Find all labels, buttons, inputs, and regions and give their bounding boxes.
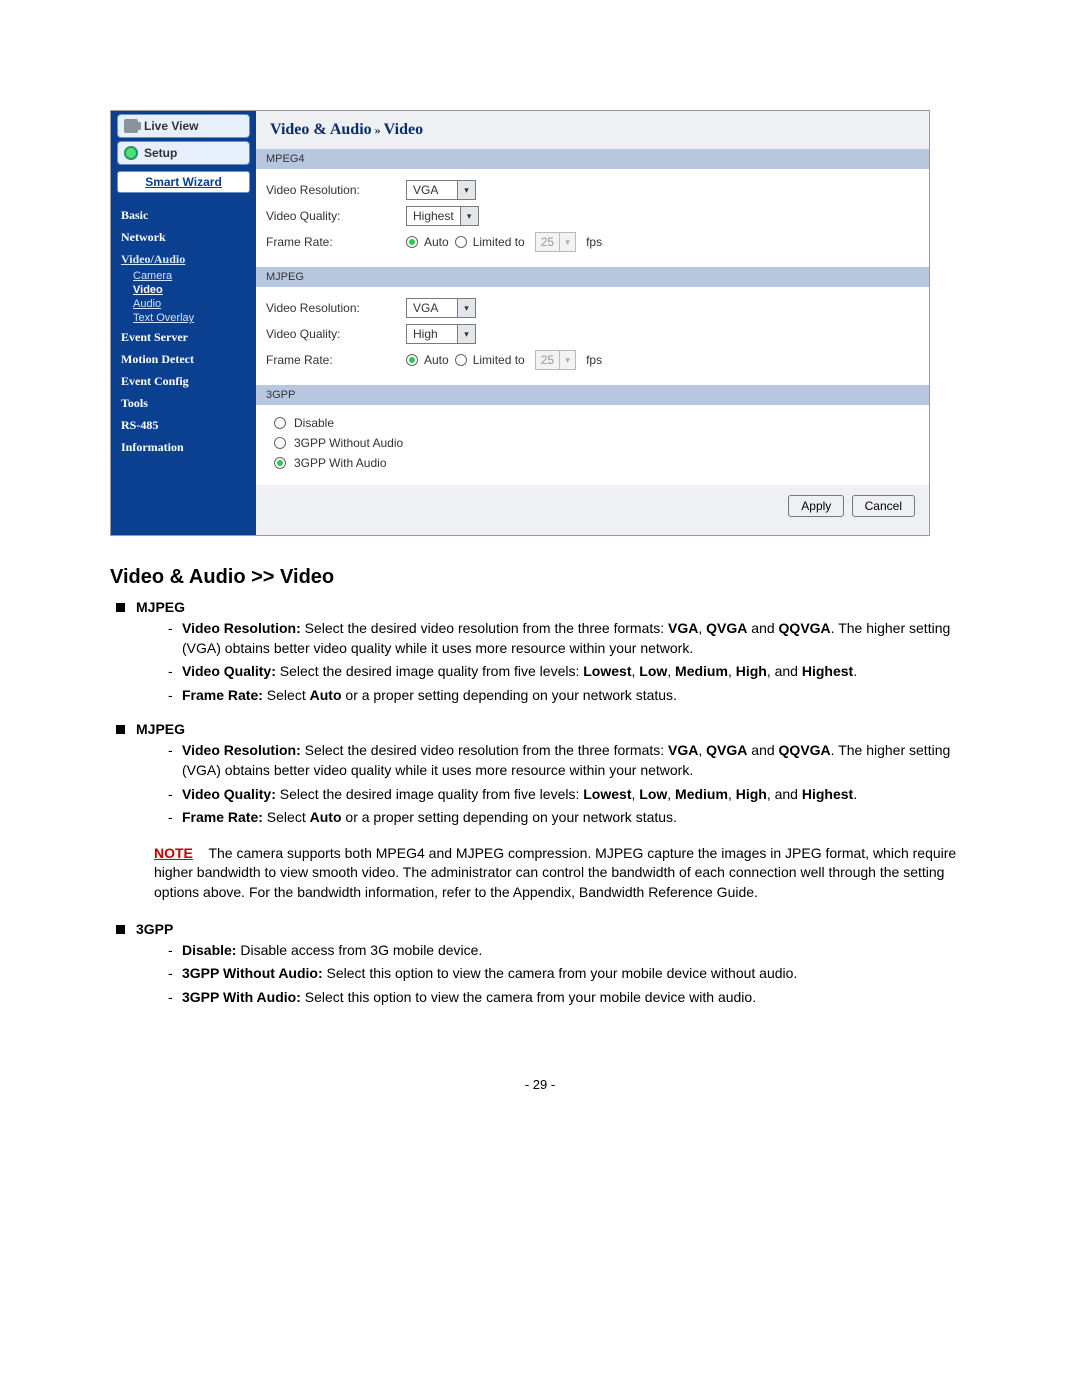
- mjpeg-fps-unit: fps: [586, 353, 602, 367]
- doc-mjpeg2-rate: Frame Rate: Select Auto or a proper sett…: [168, 808, 970, 828]
- setup-button[interactable]: Setup: [117, 141, 250, 165]
- doc-3gpp-disable: Disable: Disable access from 3G mobile d…: [168, 941, 970, 961]
- doc-mjpeg2-heading: MJPEG: [136, 721, 970, 737]
- mjpeg-rate-label: Frame Rate:: [266, 353, 406, 367]
- mpeg4-body: Video Resolution: VGA ▾ Video Quality: H…: [256, 169, 929, 267]
- chevron-down-icon: ▾: [457, 181, 475, 199]
- doc-mjpeg2-res: Video Resolution: Select the desired vid…: [168, 741, 970, 780]
- nav-event-config[interactable]: Event Config: [111, 369, 256, 391]
- 3gpp-without-radio[interactable]: [274, 437, 286, 449]
- mpeg4-fps-select: 25 ▾: [535, 232, 576, 252]
- doc-mjpeg2-qual: Video Quality: Select the desired image …: [168, 785, 970, 805]
- chevron-down-icon: ▾: [559, 351, 575, 369]
- nav-tools[interactable]: Tools: [111, 391, 256, 413]
- mpeg4-auto-label: Auto: [424, 235, 449, 249]
- mpeg4-rate-label: Frame Rate:: [266, 235, 406, 249]
- chevron-down-icon: ▾: [457, 299, 475, 317]
- title-main: Video & Audio: [270, 121, 372, 138]
- nav-event-server[interactable]: Event Server: [111, 325, 256, 347]
- nav-network[interactable]: Network: [111, 225, 256, 247]
- smart-wizard-link[interactable]: Smart Wizard: [117, 171, 250, 193]
- doc-3gpp-with: 3GPP With Audio: Select this option to v…: [168, 988, 970, 1008]
- subnav-video[interactable]: Video: [111, 283, 256, 297]
- doc-mjpeg1-rate: Frame Rate: Select Auto or a proper sett…: [168, 686, 970, 706]
- mjpeg-limited-label: Limited to: [473, 353, 525, 367]
- note-text: The camera supports both MPEG4 and MJPEG…: [154, 845, 956, 900]
- chevron-down-icon: ▾: [460, 207, 478, 225]
- doc-3gpp-without: 3GPP Without Audio: Select this option t…: [168, 964, 970, 984]
- nav-basic[interactable]: Basic: [111, 203, 256, 225]
- mjpeg-body: Video Resolution: VGA ▾ Video Quality: H…: [256, 287, 929, 385]
- doc-mjpeg1-res: Video Resolution: Select the desired vid…: [168, 619, 970, 658]
- mjpeg-res-select[interactable]: VGA ▾: [406, 298, 476, 318]
- mpeg4-header: MPEG4: [256, 149, 929, 169]
- 3gpp-disable-label: Disable: [294, 416, 334, 430]
- mpeg4-auto-radio[interactable]: [406, 236, 418, 248]
- nav-rs485[interactable]: RS-485: [111, 413, 256, 435]
- mpeg4-qual-value: Highest: [407, 209, 460, 223]
- page-number: - 29 -: [110, 1077, 970, 1092]
- title-sep: »: [372, 123, 384, 137]
- 3gpp-body: Disable 3GPP Without Audio 3GPP With Aud…: [256, 405, 929, 485]
- doc-note: NOTE The camera supports both MPEG4 and …: [154, 844, 970, 903]
- mjpeg-auto-radio[interactable]: [406, 354, 418, 366]
- mjpeg-res-value: VGA: [407, 301, 457, 315]
- note-label: NOTE: [154, 845, 193, 861]
- nav-video-audio[interactable]: Video/Audio: [111, 247, 256, 269]
- cancel-button[interactable]: Cancel: [852, 495, 915, 517]
- gear-icon: [124, 146, 138, 160]
- nav-information[interactable]: Information: [111, 435, 256, 457]
- live-view-button[interactable]: Live View: [117, 114, 250, 138]
- admin-ui-screenshot: Live View Setup Smart Wizard Basic Netwo…: [110, 110, 930, 536]
- mjpeg-res-label: Video Resolution:: [266, 301, 406, 315]
- mjpeg-qual-value: High: [407, 327, 457, 341]
- mjpeg-auto-label: Auto: [424, 353, 449, 367]
- mjpeg-qual-label: Video Quality:: [266, 327, 406, 341]
- mpeg4-qual-label: Video Quality:: [266, 209, 406, 223]
- mpeg4-limited-radio[interactable]: [455, 236, 467, 248]
- mpeg4-res-value: VGA: [407, 183, 457, 197]
- mpeg4-limited-label: Limited to: [473, 235, 525, 249]
- apply-button[interactable]: Apply: [788, 495, 844, 517]
- camera-icon: [124, 119, 138, 133]
- setup-label: Setup: [144, 146, 177, 160]
- 3gpp-disable-radio[interactable]: [274, 417, 286, 429]
- chevron-down-icon: ▾: [457, 325, 475, 343]
- title-sub: Video: [384, 121, 423, 138]
- mpeg4-res-select[interactable]: VGA ▾: [406, 180, 476, 200]
- 3gpp-with-radio[interactable]: [274, 457, 286, 469]
- subnav-audio[interactable]: Audio: [111, 297, 256, 311]
- button-bar: Apply Cancel: [256, 485, 929, 517]
- main-panel: Video & Audio » Video MPEG4 Video Resolu…: [256, 111, 929, 535]
- mpeg4-res-label: Video Resolution:: [266, 183, 406, 197]
- mjpeg-limited-radio[interactable]: [455, 354, 467, 366]
- doc-mjpeg1-heading: MJPEG: [136, 599, 970, 615]
- sidebar: Live View Setup Smart Wizard Basic Netwo…: [111, 111, 256, 535]
- mjpeg-fps-value: 25: [536, 353, 559, 367]
- 3gpp-with-label: 3GPP With Audio: [294, 456, 387, 470]
- mpeg4-fps-value: 25: [536, 235, 559, 249]
- mpeg4-fps-unit: fps: [586, 235, 602, 249]
- 3gpp-header: 3GPP: [256, 385, 929, 405]
- mjpeg-qual-select[interactable]: High ▾: [406, 324, 476, 344]
- live-view-label: Live View: [144, 119, 198, 133]
- 3gpp-without-label: 3GPP Without Audio: [294, 436, 403, 450]
- mpeg4-qual-select[interactable]: Highest ▾: [406, 206, 479, 226]
- doc-3gpp-heading: 3GPP: [136, 921, 970, 937]
- subnav-camera[interactable]: Camera: [111, 269, 256, 283]
- subnav-text-overlay[interactable]: Text Overlay: [111, 311, 256, 325]
- nav-motion-detect[interactable]: Motion Detect: [111, 347, 256, 369]
- page-title: Video & Audio » Video: [256, 111, 929, 149]
- chevron-down-icon: ▾: [559, 233, 575, 251]
- documentation-text: Video & Audio >> Video MJPEG Video Resol…: [110, 566, 970, 1007]
- mjpeg-fps-select: 25 ▾: [535, 350, 576, 370]
- doc-mjpeg1-qual: Video Quality: Select the desired image …: [168, 662, 970, 682]
- mjpeg-header: MJPEG: [256, 267, 929, 287]
- doc-heading: Video & Audio >> Video: [110, 566, 970, 589]
